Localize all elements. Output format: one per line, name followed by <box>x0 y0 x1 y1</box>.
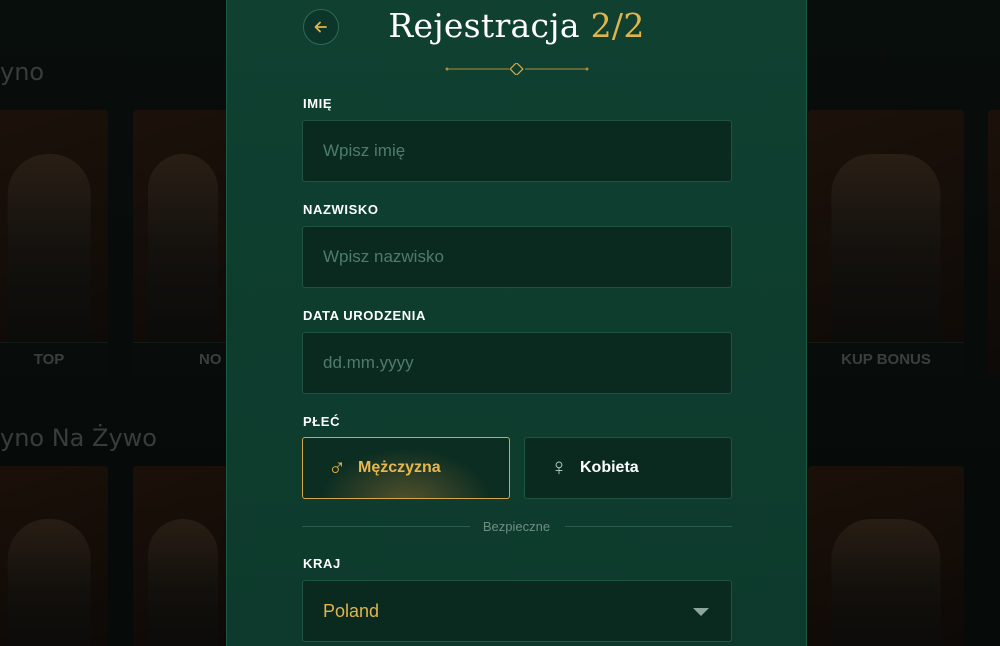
birth-date-placeholder: dd.mm.yyyy <box>323 353 414 372</box>
last-name-input[interactable]: Wpisz nazwisko <box>302 226 732 288</box>
first-name-label: IMIĘ <box>303 96 333 111</box>
step-indicator: 2/2 <box>590 6 645 45</box>
birth-date-label: DATA URODZENIA <box>303 308 426 323</box>
country-select[interactable]: Poland <box>302 580 732 642</box>
birth-date-input[interactable]: dd.mm.yyyy <box>302 332 732 394</box>
first-name-placeholder: Wpisz imię <box>323 141 406 160</box>
country-value: Poland <box>323 600 380 621</box>
gender-option-male[interactable]: ♂ Mężczyzna <box>302 437 510 499</box>
gender-option-female[interactable]: ♀ Kobieta <box>524 437 732 499</box>
registration-modal: Rejestracja 2/2 IMIĘ Wpisz imię NAZWISKO… <box>226 0 807 646</box>
gender-option-label: Kobieta <box>580 459 639 476</box>
first-name-input[interactable]: Wpisz imię <box>302 120 732 182</box>
female-icon: ♀ <box>550 454 568 481</box>
last-name-placeholder: Wpisz nazwisko <box>323 247 444 266</box>
last-name-label: NAZWISKO <box>303 202 379 217</box>
secure-text: Bezpieczne <box>482 519 551 534</box>
modal-title-text: Rejestracja <box>388 6 580 45</box>
ornament-divider <box>445 63 589 75</box>
country-label: KRAJ <box>303 556 341 571</box>
modal-title: Rejestracja 2/2 <box>227 6 806 45</box>
gender-option-label: Mężczyzna <box>358 459 441 476</box>
gender-label: PŁEĆ <box>303 414 341 429</box>
male-icon: ♂ <box>328 454 346 481</box>
chevron-down-icon <box>693 608 709 616</box>
